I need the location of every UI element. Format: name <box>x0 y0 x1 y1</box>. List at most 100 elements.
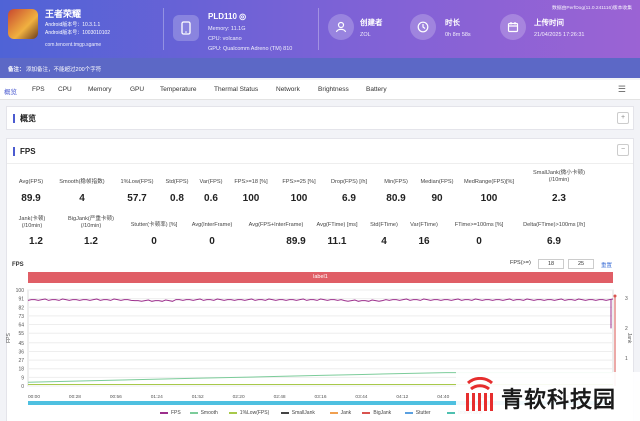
tab-memory[interactable]: Memory <box>88 86 111 93</box>
android-version: Android版本号：10.3.1.1 <box>45 22 101 28</box>
stat-value: 90 <box>431 193 443 204</box>
app-icon <box>8 9 38 39</box>
overview-title: 概览 <box>13 114 36 123</box>
duration-label: 时长 <box>445 18 460 27</box>
legend-label: BigJank <box>373 410 392 416</box>
duration-value: 0h 8m 58s <box>445 32 471 38</box>
x-tick-label: 00:28 <box>69 394 81 400</box>
tab-gpu[interactable]: GPU <box>130 86 144 93</box>
stat-value: 6.9 <box>547 236 561 247</box>
remark-input[interactable]: 添加备注，不能超过200个字符 <box>26 67 101 73</box>
y-tick-label: 64 <box>18 323 24 329</box>
legend-item[interactable]: 1%Low(FPS) <box>228 410 270 416</box>
stat-label: SmallJank(微小卡顿) (/10min) <box>533 170 585 183</box>
stat-label: FPS>=18 [%] <box>234 179 268 185</box>
fps-filter-input-b[interactable]: 25 <box>568 259 594 269</box>
legend-label: Smooth <box>200 410 218 416</box>
x-tick-label: 02:20 <box>233 394 245 400</box>
tab-overview[interactable]: 概览 <box>4 86 17 96</box>
legend-swatch <box>404 412 413 414</box>
legend-item[interactable]: Smooth <box>189 410 218 416</box>
logo-icon <box>466 377 493 411</box>
tab-battery[interactable]: Battery <box>366 86 387 93</box>
legend-swatch <box>329 412 338 414</box>
stat-label: Var(FTime) <box>410 222 438 228</box>
stat-label: Smooth(稳帧指数) <box>59 179 105 185</box>
legend-item[interactable]: Stutter <box>404 410 431 416</box>
fps-filter-input-a[interactable]: 18 <box>538 259 564 269</box>
y-right-axis-title: Jank <box>626 333 632 344</box>
label-band: label1 <box>28 272 613 283</box>
legend-swatch <box>228 412 237 414</box>
stat-value: 4 <box>381 236 387 247</box>
tab-thermal-status[interactable]: Thermal Status <box>214 86 258 93</box>
legend-swatch <box>362 412 371 414</box>
legend-label: Jank <box>340 410 352 416</box>
legend-swatch <box>447 412 456 414</box>
overview-panel: 概览 + <box>6 106 634 130</box>
android-version-code: Android版本号：1003010102 <box>45 30 111 36</box>
legend-swatch <box>280 412 289 414</box>
upload-time-value: 21/04/2025 17:26:31 <box>534 32 585 38</box>
stat-value: 0.8 <box>170 193 184 204</box>
y-right-tick-label: 3 <box>625 296 628 302</box>
tab-fps[interactable]: FPS <box>32 86 45 93</box>
tab-temperature[interactable]: Temperature <box>160 86 197 93</box>
y-tick-label: 100 <box>16 288 25 294</box>
stat-value: 100 <box>480 193 498 204</box>
device-gpu: GPU: Qualcomm Adreno (TM) 810 <box>208 46 293 52</box>
legend-item[interactable]: Jank <box>329 410 352 416</box>
stat-value: 16 <box>418 236 430 247</box>
creator-label: 创建者 <box>360 18 383 27</box>
remark-label: 备注： <box>8 67 25 73</box>
collapse-fps-button[interactable]: − <box>617 144 629 156</box>
y-tick-label: 0 <box>21 384 24 390</box>
device-memory: Memory: 11.1G <box>208 26 246 32</box>
fps-filter-label: FPS(>=) <box>510 260 531 266</box>
collapse-overview-button[interactable]: + <box>617 112 629 124</box>
stat-value: 2.3 <box>552 193 566 204</box>
stat-value: 100 <box>242 193 260 204</box>
package-name: com.tencent.tmgp.sgame <box>45 42 102 48</box>
device-name: PLD110 ◎ <box>208 12 247 21</box>
legend-item[interactable]: BigJank <box>362 410 391 416</box>
y-tick-label: 73 <box>18 314 24 320</box>
x-tick-label: 03:44 <box>355 394 367 400</box>
clock-icon <box>410 14 436 40</box>
stat-value: 0 <box>209 236 215 247</box>
tab-network[interactable]: Network <box>276 86 300 93</box>
stat-label: Var(FPS) <box>199 179 223 185</box>
stat-value: 6.9 <box>342 193 356 204</box>
stat-label: Std(FPS) <box>165 179 189 185</box>
stat-label: Jank(卡顿) (/10min) <box>18 216 46 229</box>
reset-button[interactable]: 重置 <box>601 261 612 269</box>
header-divider <box>318 8 319 50</box>
y-tick-label: 55 <box>18 331 24 337</box>
legend-swatch <box>160 412 168 414</box>
legend-item[interactable]: FPS <box>160 410 181 416</box>
tab-cpu[interactable]: CPU <box>58 86 72 93</box>
stat-label: BigJank(严重卡顿) (/10min) <box>67 216 114 229</box>
tab-brightness[interactable]: Brightness <box>318 86 349 93</box>
stat-label: Avg(InterFrame) <box>191 222 233 228</box>
divider <box>7 163 633 164</box>
menu-icon[interactable]: ☰ <box>618 84 626 95</box>
perfdog-version-note: 数据由PerfDog(11.0.241116)版本收集 <box>552 6 632 11</box>
remark-bar[interactable]: 备注： 添加备注，不能超过200个字符 <box>0 58 640 78</box>
x-tick-label: 01:52 <box>192 394 204 400</box>
user-icon <box>328 14 354 40</box>
calendar-icon <box>500 14 526 40</box>
stat-label: Delta(FTime)>100ms [/h] <box>523 222 585 228</box>
stat-value: 1.2 <box>84 236 98 247</box>
x-tick-label: 04:40 <box>437 394 449 400</box>
stat-value: 1.2 <box>29 236 43 247</box>
logo-text: 青软科技园 <box>501 387 617 412</box>
app-name: 王者荣耀 <box>45 9 82 19</box>
y-tick-label: 45 <box>18 341 24 347</box>
x-tick-label: 03:16 <box>314 394 326 400</box>
legend-label: 1%Low(FPS) <box>239 410 270 416</box>
stat-value: 0 <box>476 236 482 247</box>
stat-value: 89.9 <box>21 193 41 204</box>
legend-item[interactable]: SmallJank <box>280 410 315 416</box>
stat-value: 100 <box>290 193 308 204</box>
